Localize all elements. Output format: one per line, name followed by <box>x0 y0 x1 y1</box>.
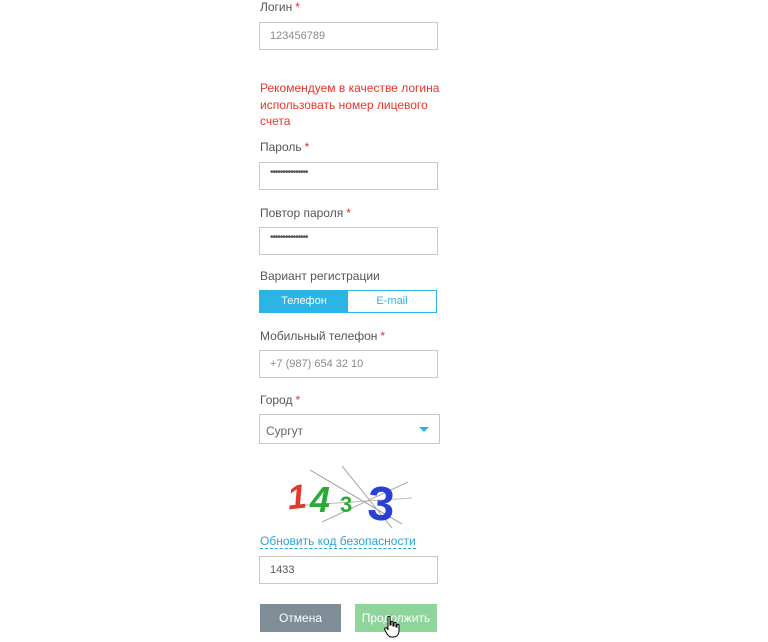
mobile-input-value: +7 (987) 654 32 10 <box>270 358 364 370</box>
cancel-button[interactable]: Отмена <box>260 604 341 632</box>
captcha-image: 1 4 3 3 <box>286 465 413 530</box>
password-repeat-input-value: ••••••••••••••• <box>270 232 309 243</box>
captcha-input[interactable]: 1433 <box>259 556 438 584</box>
mobile-label: Мобильный телефон * <box>260 329 385 343</box>
required-mark: * <box>304 140 310 154</box>
required-mark: * <box>295 0 300 14</box>
captcha-char-2: 4 <box>309 479 330 520</box>
login-input-value: 123456789 <box>270 30 326 42</box>
password-repeat-label-text: Повтор пароля <box>260 206 344 220</box>
mobile-label-text: Мобильный телефон <box>260 329 378 343</box>
password-repeat-input[interactable]: ••••••••••••••• <box>259 227 438 255</box>
login-hint: Рекомендуем в качестве логина использова… <box>260 81 440 128</box>
city-select-value: Сургут <box>266 424 304 438</box>
variant-email-option[interactable]: E-mail <box>348 291 436 312</box>
city-label-text: Город <box>260 393 293 407</box>
required-mark: * <box>295 393 301 407</box>
password-input-value: ••••••••••••••• <box>270 167 309 178</box>
registration-form: Логин * 123456789 Рекомендуем в качестве … <box>0 0 768 642</box>
refresh-captcha-link[interactable]: Обновить код безопасности <box>260 535 416 549</box>
variant-phone-option[interactable]: Телефон <box>260 291 348 312</box>
chevron-down-icon <box>419 427 429 432</box>
captcha-char-3: 3 <box>340 492 352 517</box>
required-mark: * <box>380 329 386 343</box>
captcha-char-4: 3 <box>366 477 396 530</box>
hand-cursor-icon <box>384 616 400 638</box>
password-label: Пароль * <box>260 140 309 154</box>
registration-variant-toggle: Телефон E-mail <box>259 290 437 313</box>
login-label: Логин * <box>260 0 300 14</box>
required-mark: * <box>346 206 351 220</box>
login-input[interactable]: 123456789 <box>259 22 438 50</box>
password-input[interactable]: ••••••••••••••• <box>259 162 438 190</box>
registration-variant-label: Вариант регистрации <box>260 269 380 283</box>
captcha-char-1: 1 <box>286 478 309 518</box>
password-label-text: Пароль <box>260 140 302 154</box>
login-label-text: Логин <box>260 0 293 14</box>
mobile-input[interactable]: +7 (987) 654 32 10 <box>259 350 438 378</box>
city-select[interactable]: Сургут <box>259 414 440 444</box>
captcha-input-value: 1433 <box>270 564 295 576</box>
password-repeat-label: Повтор пароля * <box>260 206 351 220</box>
city-label: Город * <box>260 393 300 407</box>
